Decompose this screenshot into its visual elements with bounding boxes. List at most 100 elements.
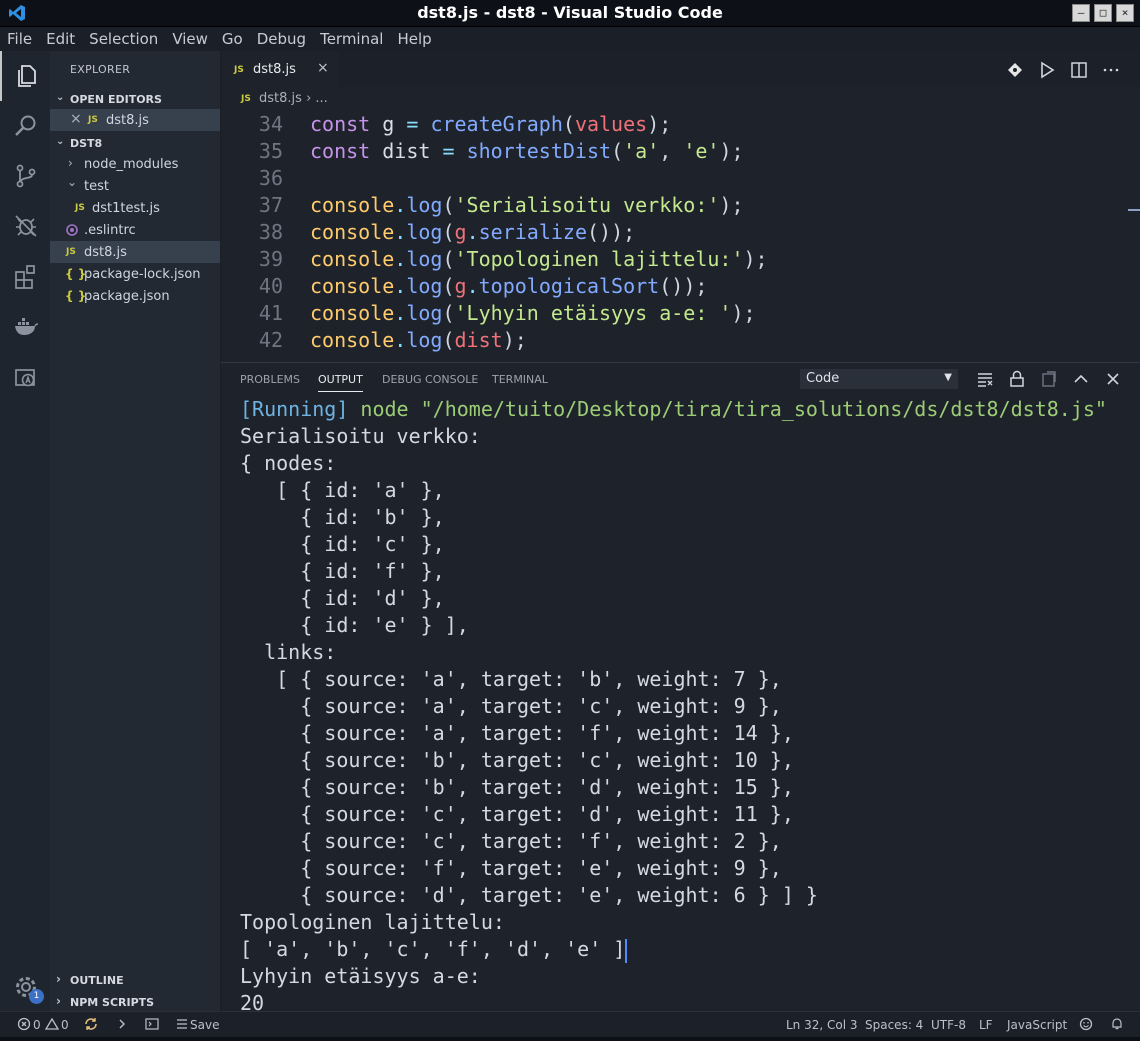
explorer-sidebar: EXPLORER ⌄ OPEN EDITORS × JS dst8.js ⌄ D… (50, 51, 221, 1011)
line-number: 37 (258, 193, 283, 217)
open-in-editor-icon[interactable] (1040, 370, 1058, 388)
activity-bar (0, 51, 50, 1011)
cursor-position[interactable]: Ln 32, Col 3 (786, 1018, 858, 1032)
more-actions-icon[interactable] (1102, 61, 1120, 79)
encoding[interactable]: UTF-8 (931, 1018, 966, 1032)
line-number: 41 (258, 301, 283, 325)
maximize-panel-icon[interactable] (1072, 370, 1090, 388)
output-line: { source: 'f', target: 'e', weight: 9 }, (240, 856, 782, 880)
notifications-bell-icon[interactable] (1110, 1017, 1124, 1031)
output-line: { source: 'a', target: 'f', weight: 14 }… (240, 721, 794, 745)
js-file-icon: JS (234, 65, 244, 75)
language-mode[interactable]: JavaScript (1007, 1018, 1067, 1032)
error-icon[interactable] (17, 1017, 31, 1031)
line-number: 38 (258, 220, 283, 244)
menu-go[interactable]: Go (215, 30, 250, 48)
tree-item-test[interactable]: ⌄ test (50, 175, 220, 197)
close-icon[interactable]: × (70, 111, 82, 127)
end-of-line[interactable]: LF (979, 1018, 993, 1032)
live-share-icon[interactable] (13, 365, 39, 391)
menu-debug[interactable]: Debug (250, 30, 313, 48)
output-channel-select[interactable]: Code ▼ (800, 369, 958, 389)
title-bar: dst8.js - dst8 - Visual Studio Code – □ … (0, 0, 1140, 27)
docker-icon[interactable] (13, 313, 39, 339)
tab-debug-console[interactable]: DEBUG CONSOLE (382, 373, 478, 386)
output-line: { id: 'b' }, (240, 505, 445, 529)
line-number: 34 (258, 112, 283, 136)
tab-problems[interactable]: PROBLEMS (240, 373, 300, 386)
run-icon[interactable] (1038, 61, 1056, 79)
tree-item-package-lock[interactable]: { } package-lock.json (50, 263, 220, 285)
output-line: Lyhyin etäisyys a-e: (240, 964, 481, 988)
code-text: console.log('Topologinen lajittelu:'); (310, 247, 768, 271)
sync-icon[interactable] (84, 1017, 98, 1031)
output-line: { nodes: (240, 451, 337, 475)
git-compare-icon[interactable] (1006, 61, 1024, 79)
tree-item-package-json[interactable]: { } package.json (50, 285, 220, 307)
output-running-line: [Running] node "/home/tuito/Desktop/tira… (240, 397, 1107, 421)
indentation[interactable]: Spaces: 4 (865, 1018, 923, 1032)
menu-edit[interactable]: Edit (39, 30, 82, 48)
outline-section[interactable]: › OUTLINE (50, 971, 220, 991)
code-editor[interactable]: 34 const g = createGraph(values); 35 const … (221, 112, 1140, 360)
menu-view[interactable]: View (165, 30, 215, 48)
code-text: console.log(g.topologicalSort()); (310, 274, 708, 298)
tree-item-dst8[interactable]: JS dst8.js (50, 241, 220, 263)
tab-output[interactable]: OUTPUT (318, 373, 363, 392)
search-icon[interactable] (13, 113, 39, 139)
debug-icon[interactable] (13, 213, 39, 239)
lock-icon[interactable] (1008, 370, 1026, 388)
warning-icon[interactable] (45, 1017, 59, 1031)
extensions-icon[interactable] (13, 263, 39, 289)
open-editors-section[interactable]: ⌄ OPEN EDITORS (50, 90, 220, 110)
source-control-icon[interactable] (13, 163, 39, 189)
minimize-button[interactable]: – (1072, 4, 1090, 22)
project-section[interactable]: ⌄ DST8 (50, 134, 220, 154)
tab-terminal[interactable]: TERMINAL (492, 373, 548, 386)
breadcrumb[interactable]: JS dst8.js › ... (221, 87, 1140, 111)
maximize-button[interactable]: □ (1094, 4, 1112, 22)
close-panel-icon[interactable] (1104, 370, 1122, 388)
output-line: [ { id: 'a' }, (240, 478, 445, 502)
close-window-button[interactable]: × (1116, 4, 1134, 22)
files-icon[interactable] (13, 63, 39, 89)
tree-item-dst1test[interactable]: JS dst1test.js (50, 197, 220, 219)
code-text: console.log('Serialisoitu verkko:'); (310, 193, 744, 217)
tree-item-node-modules[interactable]: › node_modules (50, 153, 220, 175)
output-line: Topologinen lajittelu: (240, 910, 505, 934)
line-number: 35 (258, 139, 283, 163)
line-number: 40 (258, 274, 283, 298)
output-line: { source: 'b', target: 'c', weight: 10 }… (240, 748, 794, 772)
settings-badge: 1 (29, 989, 44, 1004)
split-editor-icon[interactable] (1070, 61, 1088, 79)
output-line: { source: 'd', target: 'e', weight: 6 } … (240, 883, 818, 907)
output-line: { source: 'c', target: 'f', weight: 2 }, (240, 829, 782, 853)
clear-output-icon[interactable] (976, 370, 994, 388)
open-editor-item[interactable]: × JS dst8.js (50, 109, 220, 131)
menu-selection[interactable]: Selection (82, 30, 165, 48)
terminal-icon[interactable] (145, 1017, 159, 1031)
js-file-icon: JS (241, 94, 251, 104)
tree-item-eslintrc[interactable]: .eslintrc (50, 219, 220, 241)
text-cursor (625, 938, 628, 963)
save-list-icon[interactable] (175, 1017, 189, 1031)
window-bottom-edge (0, 1037, 1140, 1041)
output-line: { id: 'c' }, (240, 532, 445, 556)
npm-scripts-section[interactable]: › NPM SCRIPTS (50, 993, 220, 1013)
output-line: links: (240, 640, 337, 664)
menu-terminal[interactable]: Terminal (313, 30, 390, 48)
menu-file[interactable]: File (0, 30, 39, 48)
chevron-right-icon[interactable] (115, 1017, 129, 1031)
line-number: 42 (258, 328, 283, 352)
tab-dst8[interactable]: JS dst8.js × (221, 51, 339, 87)
error-count[interactable]: 0 (33, 1018, 41, 1032)
chevron-right-icon: › (68, 156, 73, 170)
warning-count[interactable]: 0 (61, 1018, 69, 1032)
close-icon[interactable]: × (317, 60, 329, 76)
chevron-right-icon: › (306, 91, 312, 106)
menu-help[interactable]: Help (390, 30, 438, 48)
js-file-icon: JS (88, 115, 98, 125)
save-button[interactable]: Save (190, 1018, 219, 1032)
feedback-smiley-icon[interactable] (1079, 1017, 1093, 1031)
chevron-down-icon: ⌄ (67, 175, 78, 189)
